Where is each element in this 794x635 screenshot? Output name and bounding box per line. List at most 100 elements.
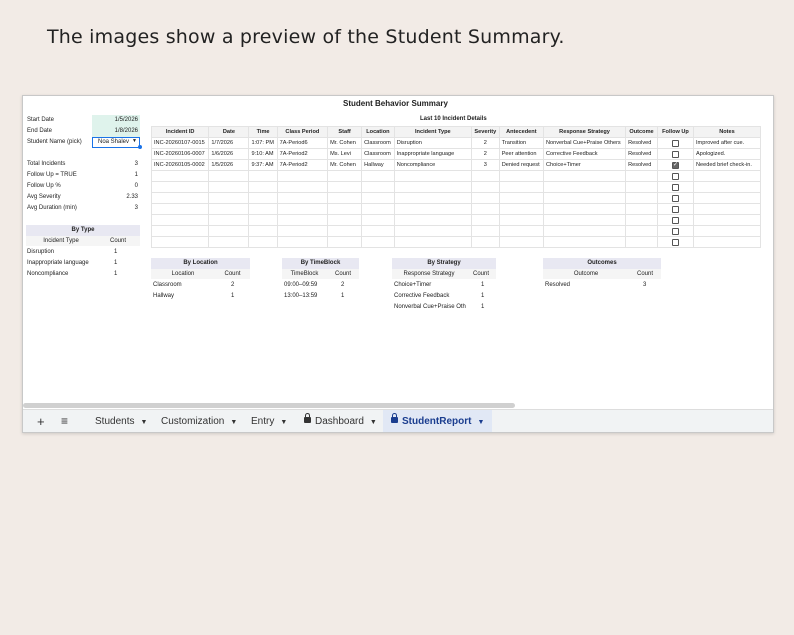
stat-value: 0 xyxy=(134,183,138,189)
table-cell: Resolved xyxy=(625,148,658,160)
chevron-down-icon[interactable]: ▼ xyxy=(280,419,287,426)
table-cell: 7A-Period2 xyxy=(276,148,329,160)
horizontal-scrollbar[interactable] xyxy=(23,403,515,408)
chevron-down-icon[interactable]: ▼ xyxy=(132,138,137,144)
by-timeblock-cell: 13:00–13:59 xyxy=(284,293,318,299)
table-cell: 7A-Period6 xyxy=(276,137,329,149)
by-type-cell: Inappropriate language xyxy=(27,260,89,266)
follow-up-checkbox[interactable] xyxy=(671,238,679,246)
tab-label: StudentReport xyxy=(402,416,472,427)
follow-up-checkbox[interactable] xyxy=(671,183,679,191)
follow-up-checkbox[interactable] xyxy=(671,194,679,202)
follow-up-checkbox[interactable] xyxy=(671,227,679,235)
sheet-grid: Student Behavior Summary Start Date 1/5/… xyxy=(23,96,773,409)
table-cell: Nonverbal Cue+Praise Others xyxy=(542,137,627,149)
table-cell xyxy=(693,170,761,182)
table-cell: Choice+Timer xyxy=(542,159,627,171)
table-cell: Transition xyxy=(498,137,544,149)
table-cell: INC-20260105-0002 xyxy=(150,159,210,171)
table-cell xyxy=(470,214,500,226)
follow-up-cell[interactable] xyxy=(656,137,695,149)
tab-label: Students xyxy=(95,416,135,427)
menu-icon[interactable]: ≡ xyxy=(61,410,68,432)
table-cell xyxy=(361,192,395,204)
follow-up-checkbox[interactable] xyxy=(671,150,679,158)
table-cell xyxy=(542,170,627,182)
table-cell xyxy=(248,225,278,237)
table-cell xyxy=(393,192,472,204)
chevron-down-icon[interactable]: ▼ xyxy=(370,419,377,426)
table-cell xyxy=(248,214,278,226)
follow-up-checkbox[interactable] xyxy=(671,139,679,147)
table-cell xyxy=(327,181,363,193)
table-cell xyxy=(470,181,500,193)
follow-up-cell[interactable] xyxy=(656,192,695,204)
follow-up-cell[interactable] xyxy=(656,170,695,182)
table-cell xyxy=(276,181,329,193)
table-cell xyxy=(498,214,544,226)
by-type-header: Count xyxy=(96,236,140,246)
follow-up-cell[interactable] xyxy=(656,203,695,215)
table-row: INC-20260106-0007 1/6/2026 9:10: AM 7A-Peri… xyxy=(150,148,761,160)
follow-up-checkbox[interactable] xyxy=(671,172,679,180)
follow-up-cell[interactable] xyxy=(656,148,695,160)
by-type-title: By Type xyxy=(26,225,140,236)
follow-up-checkbox[interactable] xyxy=(671,205,679,213)
table-cell: Inappropriate language xyxy=(393,148,472,160)
table-cell: 1/6/2026 xyxy=(208,148,250,160)
stat-value: 2.33 xyxy=(126,194,138,200)
table-cell: Improved after cue. xyxy=(693,137,761,149)
table-cell: Ms. Levi xyxy=(327,148,363,160)
by-timeblock-header: TimeBlock xyxy=(282,269,327,279)
plus-icon[interactable]: + xyxy=(37,410,45,432)
table-cell xyxy=(625,181,658,193)
follow-up-checkbox[interactable] xyxy=(671,216,679,224)
fill-handle[interactable] xyxy=(138,145,142,149)
chevron-down-icon[interactable]: ▼ xyxy=(230,419,237,426)
table-cell xyxy=(542,181,627,193)
chevron-down-icon[interactable]: ▼ xyxy=(477,419,484,426)
tab-studentreport[interactable]: StudentReport ▼ xyxy=(383,410,493,432)
table-cell: 7A-Period2 xyxy=(276,159,329,171)
sheet-title: Student Behavior Summary xyxy=(343,99,448,108)
table-cell xyxy=(625,236,658,248)
table-cell: Hallway xyxy=(361,159,395,171)
details-header-row: Incident ID Date Time Class Period Staff Loca… xyxy=(150,126,761,138)
by-strategy-header: Response Strategy xyxy=(392,269,466,279)
chevron-down-icon[interactable]: ▼ xyxy=(140,419,147,426)
table-row xyxy=(150,192,761,204)
by-location-header: Location xyxy=(151,269,215,279)
table-cell xyxy=(393,181,472,193)
by-strategy-cell: Corrective Feedback xyxy=(394,293,450,299)
student-name-select[interactable]: Noa Shalev ▼ xyxy=(92,137,140,148)
follow-up-cell[interactable] xyxy=(656,225,695,237)
follow-up-cell[interactable] xyxy=(656,214,695,226)
table-cell: 1/7/2026 xyxy=(208,137,250,149)
table-cell: Disruption xyxy=(393,137,472,149)
stat-value: 1 xyxy=(134,172,138,178)
table-cell xyxy=(276,203,329,215)
tab-dashboard[interactable]: Dashboard ▼ xyxy=(304,410,377,432)
table-cell xyxy=(393,225,472,237)
by-location-cell: Hallway xyxy=(153,293,175,299)
follow-up-checkbox[interactable] xyxy=(671,161,679,169)
sheet-tab-bar: + ≡ Students ▼ Customization ▼ Entry ▼ Dash… xyxy=(23,409,773,432)
by-strategy-cell: 1 xyxy=(481,282,485,288)
table-cell: Noncompliance xyxy=(393,159,472,171)
by-type-cell: 1 xyxy=(114,260,118,266)
tab-students[interactable]: Students ▼ xyxy=(95,410,147,432)
end-date-value[interactable]: 1/8/2026 xyxy=(90,128,138,134)
by-location-title: By Location xyxy=(151,258,250,269)
follow-up-cell[interactable] xyxy=(656,159,695,171)
table-cell xyxy=(208,214,250,226)
table-cell xyxy=(393,203,472,215)
table-cell xyxy=(693,214,761,226)
details-column-header: Severity xyxy=(470,126,500,138)
details-column-header: Notes xyxy=(693,126,761,138)
follow-up-cell[interactable] xyxy=(656,236,695,248)
tab-customization[interactable]: Customization ▼ xyxy=(161,410,237,432)
follow-up-cell[interactable] xyxy=(656,181,695,193)
tab-entry[interactable]: Entry ▼ xyxy=(251,410,287,432)
start-date-value[interactable]: 1/5/2026 xyxy=(90,117,138,123)
table-cell: Peer attention xyxy=(498,148,544,160)
